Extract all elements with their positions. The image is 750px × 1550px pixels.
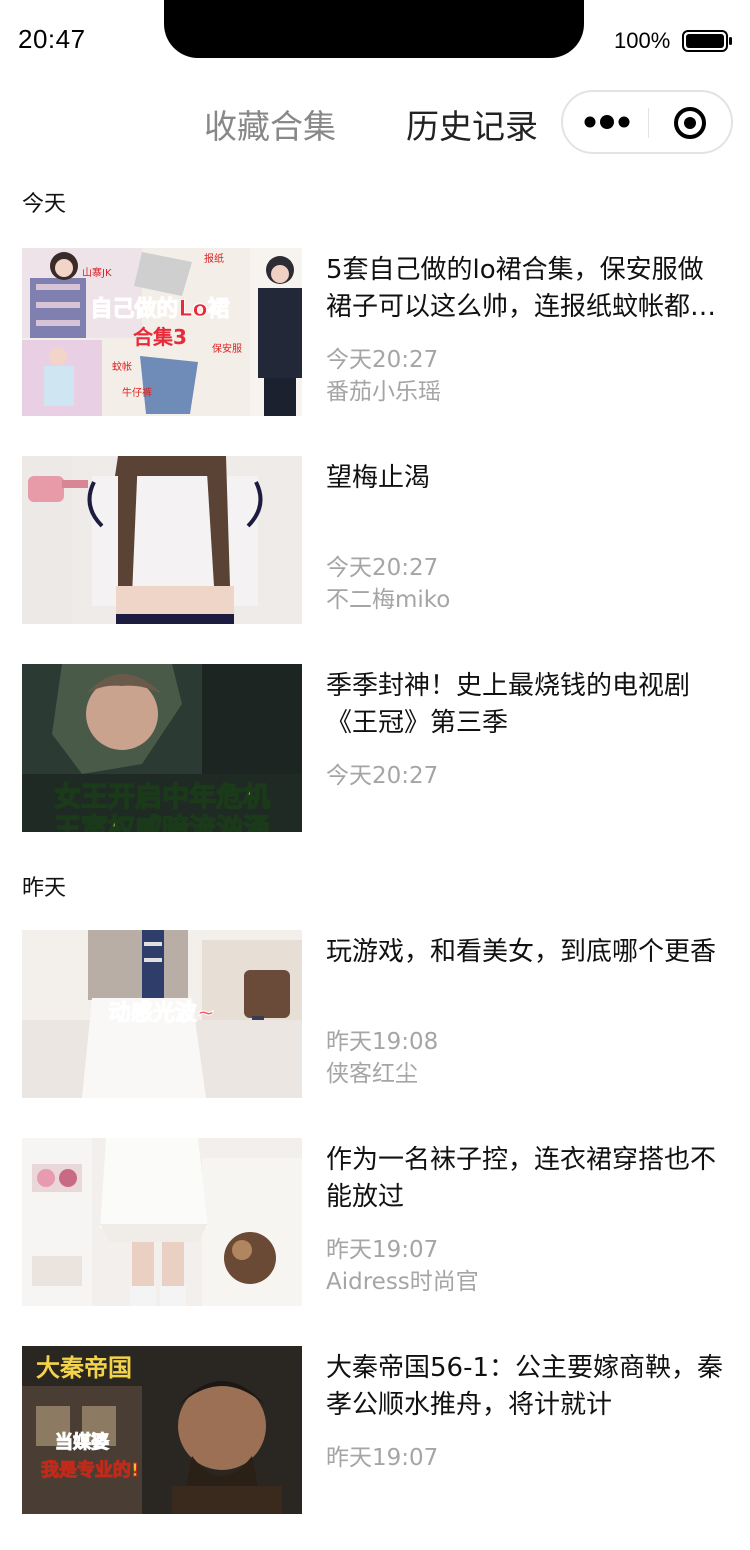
watch-time: 昨天19:07 (326, 1237, 439, 1263)
thumb-caption: 我是专业的! (41, 1459, 139, 1481)
history-item[interactable]: 望梅止渴 今天20:27 不二梅miko (22, 456, 728, 624)
thumb-caption: 报纸 (204, 252, 224, 265)
video-thumbnail[interactable]: 自己做的Lo裙 合集3 山寨JK 报纸 保安服 蚊帐 牛仔裤 (22, 248, 302, 416)
thumb-caption: 牛仔裤 (122, 386, 152, 399)
history-item[interactable]: 自己做的Lo裙 合集3 山寨JK 报纸 保安服 蚊帐 牛仔裤 5套自己做的lo裙… (22, 248, 728, 416)
video-title[interactable]: 5套自己做的lo裙合集，保安服做裙子可以这么帅，连报纸蚊帐都能变裙子 (326, 252, 726, 326)
thumb-caption: 自己做的Lo裙 (90, 296, 229, 322)
video-thumbnail[interactable] (22, 456, 302, 624)
watch-time: 今天20:27 (326, 555, 439, 581)
thumb-caption: 王室权威暗流汹涌 (54, 813, 270, 832)
history-item[interactable]: 大秦帝国 当媒婆 我是专业的! 大秦帝国56-1：公主要嫁商鞅，秦孝公顺水推舟，… (22, 1346, 728, 1514)
history-item[interactable]: 作为一名袜子控，连衣裙穿搭也不能放过 昨天19:07 Aidress时尚官 (22, 1138, 728, 1306)
section-label-yesterday: 昨天 (22, 876, 67, 901)
more-dots-icon[interactable] (583, 114, 631, 130)
watch-time: 昨天19:07 (326, 1445, 439, 1471)
history-item[interactable]: 动感光波~ 玩游戏，和看美女，到底哪个更香 昨天19:08 侠客红尘 (22, 930, 728, 1098)
video-title[interactable]: 季季封神！史上最烧钱的电视剧《王冠》第三季 (326, 668, 726, 742)
watch-time: 今天20:27 (326, 347, 439, 373)
watch-time: 今天20:27 (326, 763, 439, 789)
section-label-today: 今天 (22, 192, 67, 217)
video-thumbnail[interactable]: 女王开启中年危机 王室权威暗流汹涌 (22, 664, 302, 832)
battery-percent: 100% (614, 28, 671, 53)
tab-history[interactable]: 历史记录 (406, 100, 538, 148)
thumb-caption: 当媒婆 (55, 1431, 109, 1453)
video-title[interactable]: 大秦帝国56-1：公主要嫁商鞅，秦孝公顺水推舟，将计就计 (326, 1350, 726, 1424)
tab-favorites[interactable]: 收藏合集 (204, 100, 336, 148)
battery-icon (682, 30, 732, 52)
author-name: 不二梅miko (326, 587, 451, 613)
thumb-caption: 保安服 (212, 342, 242, 355)
video-thumbnail[interactable] (22, 1138, 302, 1306)
thumb-caption: 女王开启中年危机 (54, 781, 270, 813)
history-item[interactable]: 女王开启中年危机 王室权威暗流汹涌 季季封神！史上最烧钱的电视剧《王冠》第三季 … (22, 664, 728, 832)
author-name: 侠客红尘 (326, 1061, 418, 1087)
video-thumbnail[interactable]: 大秦帝国 当媒婆 我是专业的! (22, 1346, 302, 1514)
video-thumbnail[interactable]: 动感光波~ (22, 930, 302, 1098)
thumb-caption: 动感光波~ (109, 1000, 215, 1026)
device-notch (164, 0, 584, 58)
thumb-caption: 大秦帝国 (36, 1353, 132, 1382)
video-title[interactable]: 作为一名袜子控，连衣裙穿搭也不能放过 (326, 1142, 726, 1216)
author-name: 番茄小乐瑶 (326, 379, 441, 405)
top-nav: 收藏合集 历史记录 (0, 86, 750, 162)
watch-time: 昨天19:08 (326, 1029, 439, 1055)
status-time: 20:47 (18, 24, 86, 54)
video-title[interactable]: 望梅止渴 (326, 460, 726, 497)
thumb-caption: 合集3 (133, 325, 187, 349)
target-circle-icon[interactable] (673, 106, 707, 140)
author-name: Aidress时尚官 (326, 1269, 479, 1295)
thumb-caption: 蚊帐 (112, 360, 132, 373)
miniprogram-capsule (561, 90, 733, 154)
status-bar: 20:47 100% (0, 0, 750, 80)
capsule-divider (648, 108, 649, 138)
thumb-caption: 山寨JK (82, 266, 112, 279)
video-title[interactable]: 玩游戏，和看美女，到底哪个更香 (326, 934, 726, 971)
